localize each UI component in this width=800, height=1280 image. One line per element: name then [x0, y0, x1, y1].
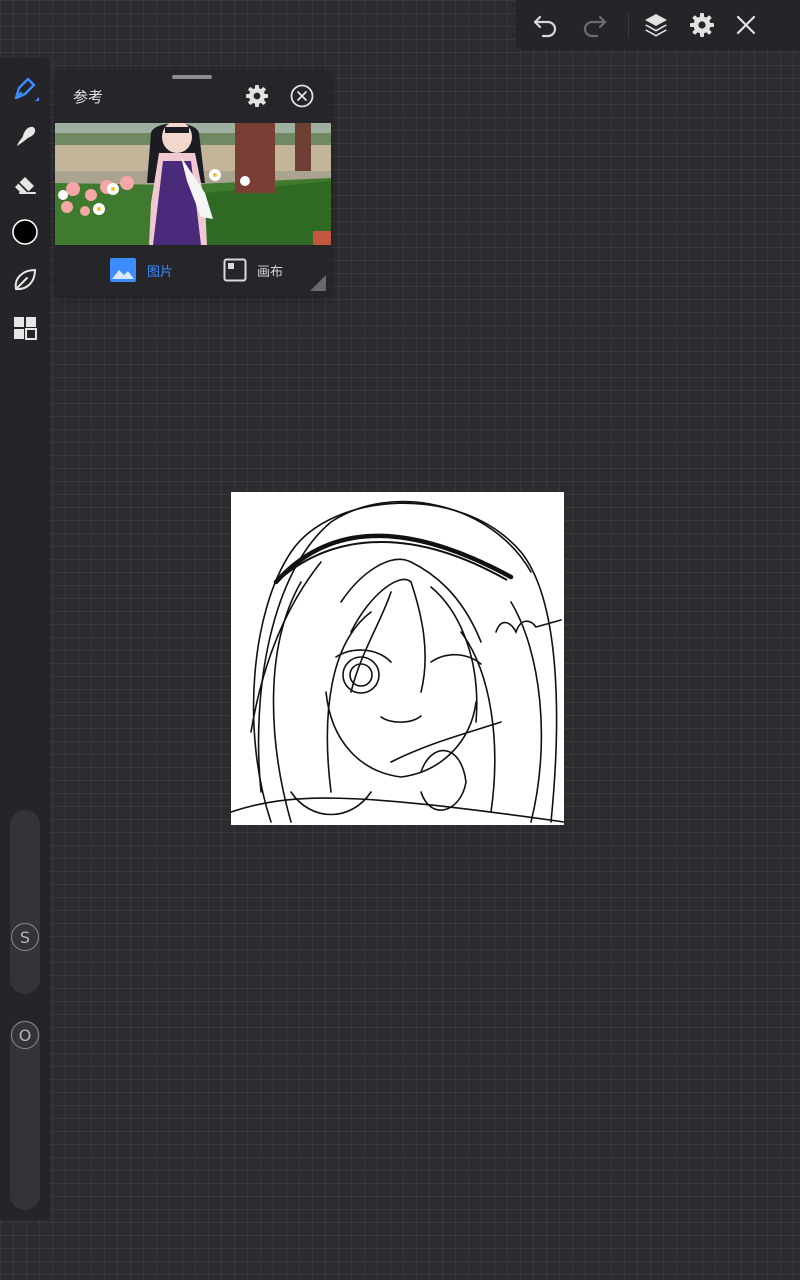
reference-close-button[interactable]	[289, 83, 315, 109]
tab-canvas-label: 画布	[257, 264, 284, 280]
top-toolbar	[516, 0, 800, 50]
reference-tabs: 图片 画布	[55, 253, 331, 287]
smudge-tool[interactable]	[5, 116, 45, 156]
smudge-icon	[17, 126, 36, 146]
close-button[interactable]	[728, 7, 764, 43]
resize-handle[interactable]	[309, 274, 327, 292]
toolbar-divider	[628, 12, 629, 38]
layers-icon	[645, 14, 667, 37]
close-circle-icon	[290, 84, 314, 108]
close-icon	[736, 15, 756, 35]
reference-panel: 参考 图片 画布	[55, 70, 331, 296]
tab-image-label: 图片	[147, 264, 174, 280]
brush-size-slider[interactable]	[10, 810, 40, 994]
gallery-tool[interactable]	[5, 308, 45, 348]
resize-corner-icon	[310, 275, 326, 291]
brush-tool[interactable]	[5, 68, 45, 108]
tab-canvas[interactable]: 画布	[223, 255, 283, 285]
color-picker[interactable]	[5, 212, 45, 252]
reference-image	[55, 123, 331, 245]
leaf-icon	[14, 268, 37, 291]
opacity-indicator: O	[11, 1021, 39, 1049]
sketch-artwork	[231, 500, 564, 823]
canvas-icon	[223, 258, 247, 282]
image-icon	[110, 258, 136, 282]
settings-icon	[690, 13, 714, 37]
eraser-icon	[15, 177, 36, 194]
redo-icon	[583, 15, 607, 38]
gallery-icon	[14, 317, 37, 340]
redo-button[interactable]	[576, 7, 612, 43]
reference-settings-button[interactable]	[243, 82, 271, 110]
eraser-tool[interactable]	[5, 164, 45, 204]
color-swatch	[12, 219, 38, 245]
layers-button[interactable]	[638, 7, 674, 43]
reference-title: 参考	[73, 88, 104, 106]
left-toolbar: S O	[0, 58, 50, 1220]
drag-handle[interactable]	[172, 75, 212, 79]
settings-button[interactable]	[684, 7, 720, 43]
undo-button[interactable]	[528, 7, 564, 43]
size-indicator: S	[11, 923, 39, 951]
settings-icon	[246, 85, 268, 107]
drawing-canvas[interactable]	[231, 492, 564, 825]
undo-icon	[533, 15, 557, 38]
adjustment-tool[interactable]	[5, 260, 45, 300]
brush-icon	[14, 77, 36, 100]
tab-image[interactable]: 图片	[109, 255, 173, 285]
